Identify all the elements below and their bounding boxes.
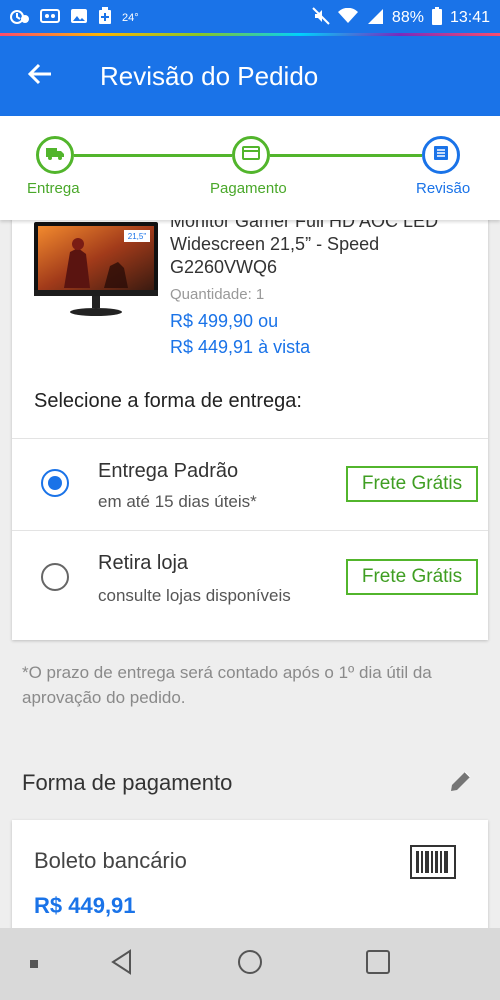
image-icon bbox=[70, 8, 88, 29]
square-recents-icon bbox=[365, 949, 391, 980]
radio-selected[interactable] bbox=[41, 469, 69, 497]
battery-icon bbox=[431, 6, 442, 30]
app-bar: Revisão do Pedido bbox=[0, 36, 500, 116]
step-delivery[interactable] bbox=[36, 136, 74, 174]
shipping-option-subtitle: consulte lojas disponíveis bbox=[98, 586, 291, 605]
nav-home-button[interactable] bbox=[236, 949, 264, 980]
delivery-note: *O prazo de entrega será contado após o … bbox=[22, 663, 432, 707]
shipping-option-title: Retira loja bbox=[98, 552, 189, 574]
list-icon bbox=[432, 144, 450, 167]
radio-unselected[interactable] bbox=[41, 563, 69, 591]
circle-home-icon bbox=[237, 949, 263, 980]
quantity-value: 1 bbox=[255, 286, 265, 303]
step-review[interactable] bbox=[422, 136, 460, 174]
voicemail-icon bbox=[40, 8, 60, 28]
nav-recents-button[interactable] bbox=[364, 949, 392, 980]
temperature-text: 24° bbox=[122, 12, 139, 24]
signal-icon bbox=[366, 8, 384, 29]
shipping-option-title: Entrega Padrão bbox=[98, 460, 239, 482]
shipping-section-title: Selecione a forma de entrega: bbox=[34, 390, 302, 412]
step-label-payment: Pagamento bbox=[210, 180, 287, 197]
wifi-icon bbox=[337, 7, 358, 29]
shipping-option-standard[interactable]: Entrega Padrão em até 15 dias úteis* Fre… bbox=[12, 438, 488, 530]
arrow-left-icon bbox=[27, 61, 53, 92]
step-label-review: Revisão bbox=[416, 180, 471, 197]
payment-card[interactable]: Boleto bancário R$ 449,91 bbox=[12, 820, 488, 930]
price-installment: R$ 499,90 ou bbox=[170, 311, 279, 331]
quantity-label: Quantidade: bbox=[170, 286, 252, 303]
barcode-icon bbox=[410, 845, 456, 879]
step-connector bbox=[270, 154, 422, 157]
shipping-option-subtitle: em até 15 dias úteis* bbox=[98, 492, 257, 511]
payment-amount: R$ 449,91 bbox=[34, 893, 136, 918]
edit-payment-button[interactable] bbox=[444, 766, 478, 800]
step-payment[interactable] bbox=[232, 136, 270, 174]
battery-percent-text: 88% bbox=[391, 9, 424, 26]
back-button[interactable] bbox=[0, 36, 80, 116]
system-nav-bar bbox=[0, 928, 500, 1000]
product-quantity: Quantidade: 1 bbox=[170, 286, 264, 303]
payment-method: Boleto bancário bbox=[34, 848, 187, 873]
time-text: 13:41 bbox=[449, 9, 490, 26]
order-card: 21,5" Monitor Gamer Full HD AOC LED Wide… bbox=[12, 200, 488, 640]
pencil-icon bbox=[448, 768, 474, 799]
payment-section-title: Forma de pagamento bbox=[22, 770, 233, 795]
nav-indicator bbox=[30, 960, 38, 968]
shipping-option-store-pickup[interactable]: Retira loja consulte lojas disponíveis F… bbox=[12, 530, 488, 622]
price-cash: R$ 449,91 à vista bbox=[170, 337, 311, 357]
step-label-delivery: Entrega bbox=[27, 180, 80, 197]
nav-back-button[interactable] bbox=[108, 948, 136, 980]
step-connector bbox=[74, 154, 232, 157]
triangle-back-icon bbox=[110, 948, 134, 980]
free-shipping-badge: Frete Grátis bbox=[346, 559, 478, 595]
truck-icon bbox=[45, 145, 65, 166]
product-image: 21,5" bbox=[34, 222, 158, 318]
product-name[interactable]: Monitor Gamer Full HD AOC LED Widescreen… bbox=[170, 210, 470, 279]
free-shipping-badge: Frete Grátis bbox=[346, 466, 478, 502]
card-icon bbox=[241, 145, 261, 166]
product-size-badge: 21,5" bbox=[128, 232, 147, 241]
status-bar: 24° 88% 13:41 bbox=[0, 0, 500, 36]
mute-icon bbox=[312, 6, 330, 30]
clock-cloud-icon bbox=[10, 8, 30, 29]
page-title: Revisão do Pedido bbox=[100, 60, 319, 91]
battery-saver-icon bbox=[98, 6, 112, 30]
checkout-stepper: Entrega Pagamento Revisão bbox=[0, 116, 500, 220]
